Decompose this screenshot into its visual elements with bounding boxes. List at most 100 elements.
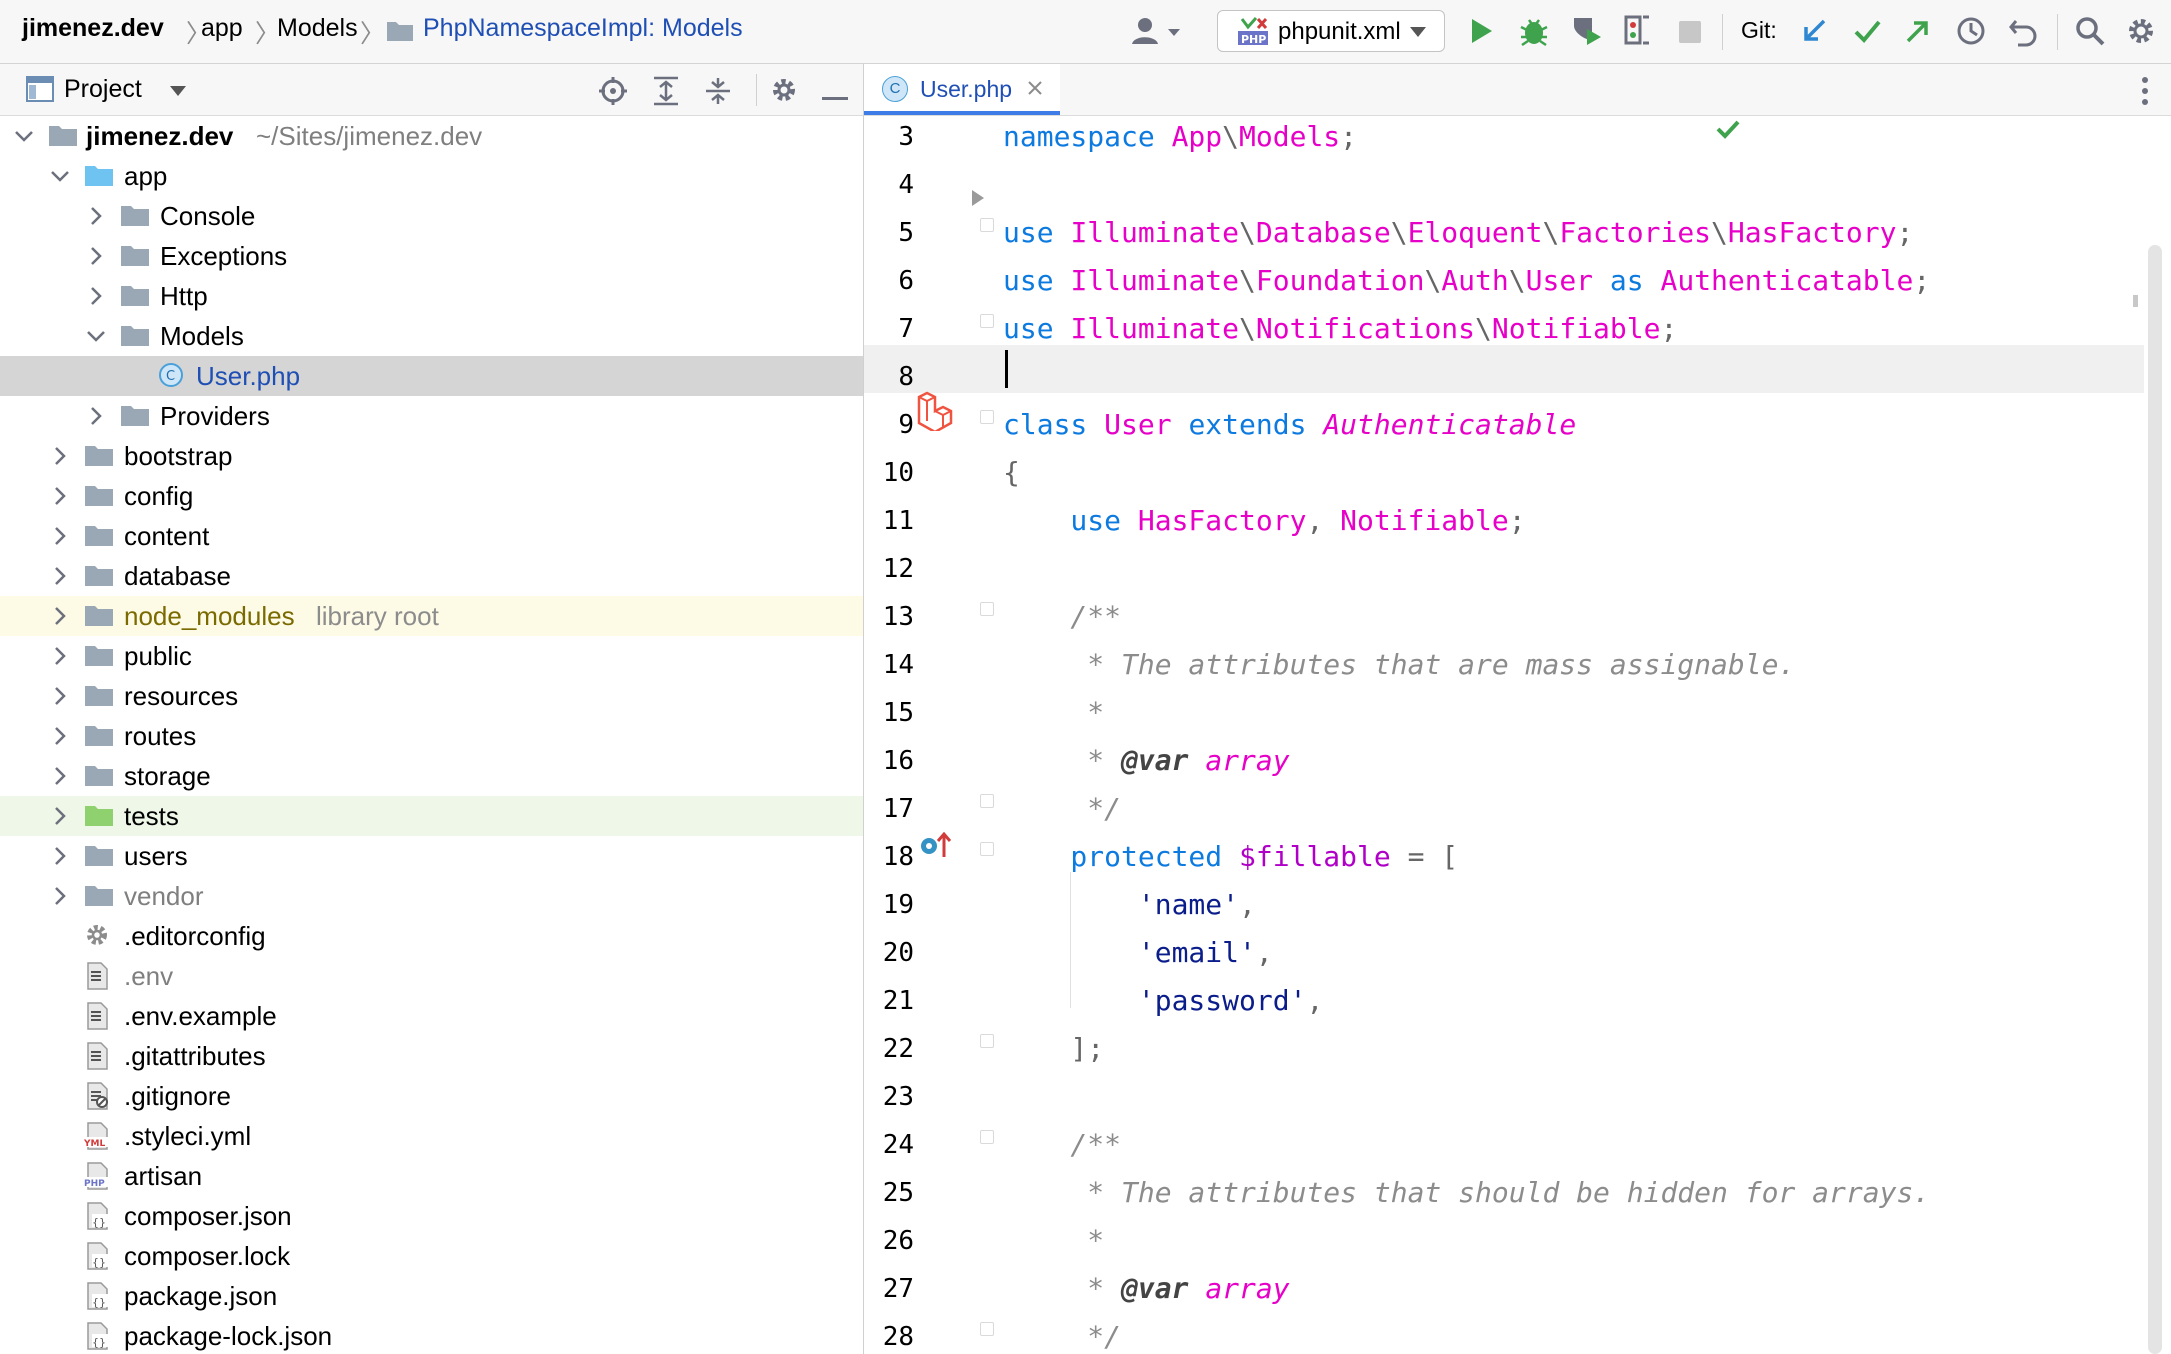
tree-item[interactable]: .env xyxy=(0,956,863,996)
code-line[interactable]: * @var array xyxy=(1003,1272,1289,1305)
tree-item[interactable]: Providers xyxy=(0,396,863,436)
tree-item[interactable]: {} composer.lock xyxy=(0,1236,863,1276)
chevron-right-icon[interactable] xyxy=(48,604,72,628)
locate-icon[interactable] xyxy=(598,76,628,111)
fold-marker[interactable] xyxy=(980,602,994,616)
code-line[interactable]: 'password', xyxy=(1003,984,1323,1017)
tree-item[interactable]: {} composer.json xyxy=(0,1196,863,1236)
tree-item[interactable]: database xyxy=(0,556,863,596)
chevron-right-icon[interactable] xyxy=(48,724,72,748)
code-line[interactable]: 'email', xyxy=(1003,936,1273,969)
tree-item[interactable]: .env.example xyxy=(0,996,863,1036)
tree-item[interactable]: .gitignore xyxy=(0,1076,863,1116)
code-line[interactable]: /** xyxy=(1003,1128,1121,1161)
inspection-ok-icon[interactable] xyxy=(1715,118,1741,145)
code-line[interactable]: /** xyxy=(1003,600,1121,633)
tree-item[interactable]: C User.php xyxy=(0,356,863,396)
chevron-right-icon[interactable] xyxy=(84,284,108,308)
chevron-right-icon[interactable] xyxy=(48,524,72,548)
fold-marker[interactable] xyxy=(980,410,994,424)
chevron-right-icon[interactable] xyxy=(84,204,108,228)
tab-user-php[interactable]: C User.php xyxy=(864,64,1060,115)
code-line[interactable]: * @var array xyxy=(1003,744,1289,777)
tree-item[interactable]: users xyxy=(0,836,863,876)
history-icon[interactable] xyxy=(1955,15,1987,47)
breadcrumb-namespace[interactable]: PhpNamespaceImpl: Models xyxy=(423,14,743,43)
profiler-icon[interactable] xyxy=(1623,13,1653,47)
stop-icon[interactable] xyxy=(1678,20,1702,44)
tree-item[interactable]: {} package.json xyxy=(0,1276,863,1316)
tree-item[interactable]: tests xyxy=(0,796,863,836)
chevron-right-icon[interactable] xyxy=(48,884,72,908)
close-icon[interactable] xyxy=(1024,77,1046,104)
chevron-down-icon[interactable] xyxy=(48,164,72,188)
gear-icon[interactable] xyxy=(2125,15,2157,47)
code-line[interactable]: * The attributes that are mass assignabl… xyxy=(1003,648,1795,681)
tree-item[interactable]: Models xyxy=(0,316,863,356)
tree-item[interactable]: Exceptions xyxy=(0,236,863,276)
git-commit-icon[interactable] xyxy=(1853,17,1881,45)
tree-item[interactable]: Http xyxy=(0,276,863,316)
fold-marker[interactable] xyxy=(980,842,994,856)
code-line[interactable]: { xyxy=(1003,456,1020,489)
code-line[interactable]: */ xyxy=(1003,792,1121,825)
project-title[interactable]: Project xyxy=(64,75,142,104)
chevron-right-icon[interactable] xyxy=(48,844,72,868)
tree-item[interactable]: routes xyxy=(0,716,863,756)
play-icon[interactable] xyxy=(1468,16,1494,46)
code-line[interactable]: use Illuminate\Notifications\Notifiable; xyxy=(1003,312,1677,345)
code-line[interactable]: 'name', xyxy=(1003,888,1256,921)
tree-item[interactable]: .gitattributes xyxy=(0,1036,863,1076)
tree-item[interactable]: vendor xyxy=(0,876,863,916)
chevron-right-icon[interactable] xyxy=(48,684,72,708)
chevron-right-icon[interactable] xyxy=(48,644,72,668)
chevron-down-icon[interactable] xyxy=(168,84,188,103)
tree-item[interactable]: content xyxy=(0,516,863,556)
git-push-icon[interactable] xyxy=(1904,17,1932,45)
tree-item[interactable]: public xyxy=(0,636,863,676)
search-icon[interactable] xyxy=(2074,15,2106,47)
code-line[interactable]: use Illuminate\Database\Eloquent\Factori… xyxy=(1003,216,1913,249)
code-line[interactable]: class User extends Authenticatable xyxy=(1003,408,1576,441)
tree-item[interactable]: app xyxy=(0,156,863,196)
user-icon[interactable] xyxy=(1128,14,1184,48)
tree-item[interactable]: bootstrap xyxy=(0,436,863,476)
tree-item[interactable]: storage xyxy=(0,756,863,796)
code-line[interactable]: protected $fillable = [ xyxy=(1003,840,1458,873)
code-line[interactable]: use HasFactory, Notifiable; xyxy=(1003,504,1525,537)
breadcrumb-app[interactable]: app xyxy=(201,14,243,43)
editor-scrollbar[interactable] xyxy=(2148,245,2162,1354)
code-line[interactable]: ]; xyxy=(1003,1032,1104,1065)
chevron-right-icon[interactable] xyxy=(48,444,72,468)
hide-panel-icon[interactable] xyxy=(822,88,848,106)
tree-root[interactable]: jimenez.dev ~/Sites/jimenez.dev xyxy=(0,116,863,156)
tree-item[interactable]: resources xyxy=(0,676,863,716)
override-icon[interactable] xyxy=(920,829,954,859)
more-icon[interactable] xyxy=(2140,76,2150,111)
fold-marker[interactable] xyxy=(980,1034,994,1048)
code-line[interactable]: namespace App\Models; xyxy=(1003,120,1357,153)
laravel-icon[interactable] xyxy=(915,391,957,431)
run-configuration-selector[interactable]: PHP phpunit.xml xyxy=(1217,10,1445,52)
expand-all-icon[interactable] xyxy=(652,76,680,111)
breadcrumb-models[interactable]: Models xyxy=(277,14,358,43)
rollback-icon[interactable] xyxy=(2008,15,2040,47)
code-line[interactable]: * xyxy=(1003,696,1104,729)
chevron-right-icon[interactable] xyxy=(48,764,72,788)
code-line[interactable]: */ xyxy=(1003,1320,1121,1353)
fold-arrow-icon[interactable] xyxy=(970,189,986,207)
breadcrumb-project[interactable]: jimenez.dev xyxy=(22,14,164,43)
tree-item[interactable]: Console xyxy=(0,196,863,236)
fold-marker[interactable] xyxy=(980,1322,994,1336)
fold-marker[interactable] xyxy=(980,1130,994,1144)
gear-icon[interactable] xyxy=(769,75,799,110)
git-update-icon[interactable] xyxy=(1800,17,1828,45)
collapse-all-icon[interactable] xyxy=(704,76,732,111)
fold-marker[interactable] xyxy=(980,314,994,328)
code-line[interactable]: * xyxy=(1003,1224,1104,1257)
fold-marker[interactable] xyxy=(980,794,994,808)
fold-marker[interactable] xyxy=(980,218,994,232)
bug-icon[interactable] xyxy=(1519,15,1549,47)
coverage-icon[interactable] xyxy=(1571,15,1603,47)
chevron-down-icon[interactable] xyxy=(84,324,108,348)
